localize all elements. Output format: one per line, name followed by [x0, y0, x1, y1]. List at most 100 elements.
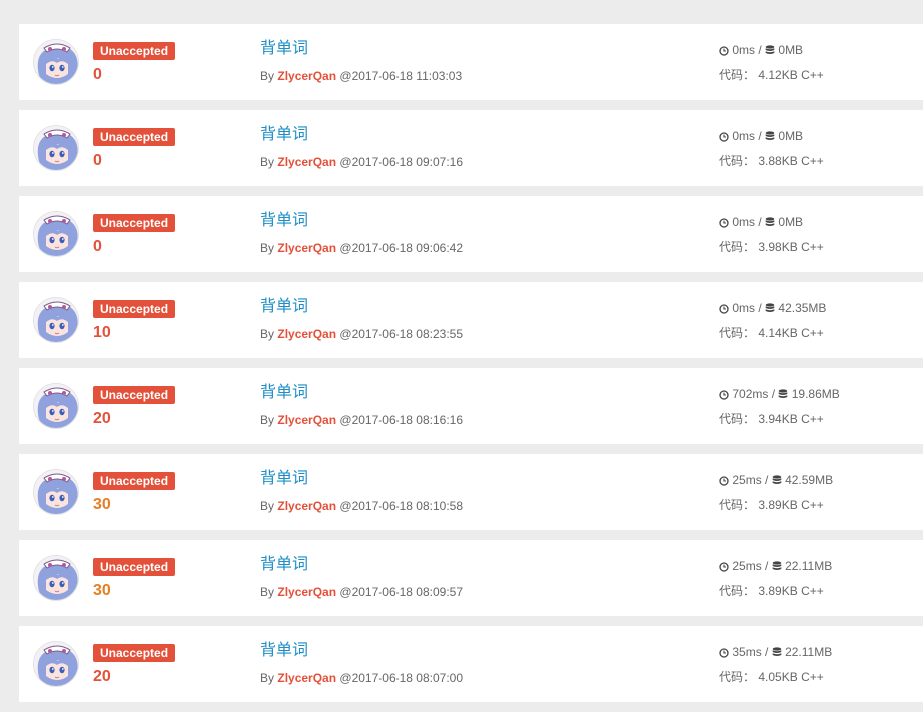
database-icon: [778, 388, 788, 404]
avatar[interactable]: [33, 39, 79, 85]
code-info: 代码： 3.98KB C++: [719, 239, 824, 255]
code-info: 代码： 3.94KB C++: [719, 411, 824, 427]
runtime: 0ms: [732, 43, 756, 57]
submit-time: @2017-06-18 11:03:03: [339, 69, 463, 83]
avatar[interactable]: [33, 211, 79, 257]
submit-time: @2017-06-18 08:09:57: [339, 585, 464, 599]
runtime: 25ms: [732, 473, 762, 487]
submission-row: Unaccepted 0 背单词 By ZlycerQan @2017-06-1…: [19, 110, 923, 186]
code-info: 代码： 3.89KB C++: [719, 583, 824, 599]
resource-usage: 702ms / 19.86MB: [719, 386, 840, 404]
resource-usage: 0ms / 42.35MB: [719, 300, 826, 318]
problem-title-link[interactable]: 背单词: [260, 211, 308, 231]
problem-title-link[interactable]: 背单词: [260, 297, 308, 317]
status-badge[interactable]: Unaccepted: [93, 128, 176, 146]
submission-row: Unaccepted 20 背单词 By ZlycerQan @2017-06-…: [19, 626, 923, 702]
clock-icon: [719, 560, 729, 576]
author-link[interactable]: ZlycerQan: [277, 499, 336, 513]
score: 20: [93, 410, 111, 427]
code-info: 代码： 3.88KB C++: [719, 153, 824, 169]
score: 30: [93, 496, 111, 513]
problem-title-link[interactable]: 背单词: [260, 641, 308, 661]
author-link[interactable]: ZlycerQan: [277, 671, 336, 685]
problem-title-link[interactable]: 背单词: [260, 39, 308, 59]
clock-icon: [719, 646, 729, 662]
submission-meta: By ZlycerQan @2017-06-18 09:07:16: [260, 154, 463, 170]
code-size[interactable]: 4.14KB: [758, 326, 797, 340]
by-label: By: [260, 69, 275, 83]
problem-title-link[interactable]: 背单词: [260, 383, 308, 403]
submission-meta: By ZlycerQan @2017-06-18 08:09:57: [260, 584, 463, 600]
submission-meta: By ZlycerQan @2017-06-18 08:16:16: [260, 412, 463, 428]
status-badge[interactable]: Unaccepted: [93, 558, 176, 576]
runtime: 702ms: [732, 387, 769, 401]
code-size[interactable]: 3.88KB: [758, 154, 797, 168]
code-size[interactable]: 3.98KB: [758, 240, 797, 254]
status-badge[interactable]: Unaccepted: [93, 386, 176, 404]
code-label: 代码：: [719, 326, 756, 340]
submission-row: Unaccepted 30 背单词 By ZlycerQan @2017-06-…: [19, 454, 923, 530]
memory: 19.86MB: [791, 387, 840, 401]
resource-usage: 0ms / 0MB: [719, 42, 803, 60]
submission-meta: By ZlycerQan @2017-06-18 08:23:55: [260, 326, 463, 342]
submission-meta: By ZlycerQan @2017-06-18 08:10:58: [260, 498, 463, 514]
score: 10: [93, 324, 111, 341]
avatar[interactable]: [33, 469, 79, 515]
submit-time: @2017-06-18 08:07:00: [339, 671, 464, 685]
memory: 0MB: [778, 43, 804, 57]
avatar[interactable]: [33, 297, 79, 343]
author-link[interactable]: ZlycerQan: [277, 413, 336, 427]
by-label: By: [260, 499, 275, 513]
status-badge[interactable]: Unaccepted: [93, 472, 176, 490]
status-badge[interactable]: Unaccepted: [93, 300, 176, 318]
clock-icon: [719, 474, 729, 490]
status-badge[interactable]: Unaccepted: [93, 214, 176, 232]
clock-icon: [719, 130, 729, 146]
code-label: 代码：: [719, 584, 756, 598]
author-link[interactable]: ZlycerQan: [277, 327, 336, 341]
code-size[interactable]: 3.89KB: [758, 498, 797, 512]
submit-time: @2017-06-18 08:10:58: [339, 499, 464, 513]
code-label: 代码：: [719, 498, 756, 512]
avatar[interactable]: [33, 641, 79, 687]
submit-time: @2017-06-18 09:06:42: [339, 241, 464, 255]
submission-row: Unaccepted 30 背单词 By ZlycerQan @2017-06-…: [19, 540, 923, 616]
author-link[interactable]: ZlycerQan: [277, 155, 336, 169]
language: C++: [801, 498, 824, 512]
runtime: 25ms: [732, 559, 762, 573]
memory: 0MB: [778, 129, 804, 143]
runtime: 0ms: [732, 129, 756, 143]
database-icon: [765, 130, 775, 146]
database-icon: [765, 302, 775, 318]
problem-title-link[interactable]: 背单词: [260, 555, 308, 575]
separator: /: [758, 129, 762, 143]
code-info: 代码： 3.89KB C++: [719, 497, 824, 513]
problem-title-link[interactable]: 背单词: [260, 125, 308, 145]
avatar[interactable]: [33, 383, 79, 429]
author-link[interactable]: ZlycerQan: [277, 585, 336, 599]
clock-icon: [719, 388, 729, 404]
code-size[interactable]: 3.89KB: [758, 584, 797, 598]
score: 20: [93, 668, 111, 685]
separator: /: [758, 215, 762, 229]
by-label: By: [260, 241, 275, 255]
code-size[interactable]: 4.12KB: [758, 68, 797, 82]
resource-usage: 25ms / 22.11MB: [719, 558, 832, 576]
status-badge[interactable]: Unaccepted: [93, 42, 176, 60]
runtime: 0ms: [732, 215, 756, 229]
avatar[interactable]: [33, 125, 79, 171]
submission-row: Unaccepted 20 背单词 By ZlycerQan @2017-06-…: [19, 368, 923, 444]
code-label: 代码：: [719, 154, 756, 168]
author-link[interactable]: ZlycerQan: [277, 241, 336, 255]
author-link[interactable]: ZlycerQan: [277, 69, 336, 83]
status-badge[interactable]: Unaccepted: [93, 644, 176, 662]
avatar[interactable]: [33, 555, 79, 601]
clock-icon: [719, 302, 729, 318]
resource-usage: 25ms / 42.59MB: [719, 472, 833, 490]
language: C++: [801, 412, 824, 426]
language: C++: [801, 326, 824, 340]
code-size[interactable]: 4.05KB: [758, 670, 797, 684]
code-size[interactable]: 3.94KB: [758, 412, 797, 426]
database-icon: [772, 560, 782, 576]
problem-title-link[interactable]: 背单词: [260, 469, 308, 489]
